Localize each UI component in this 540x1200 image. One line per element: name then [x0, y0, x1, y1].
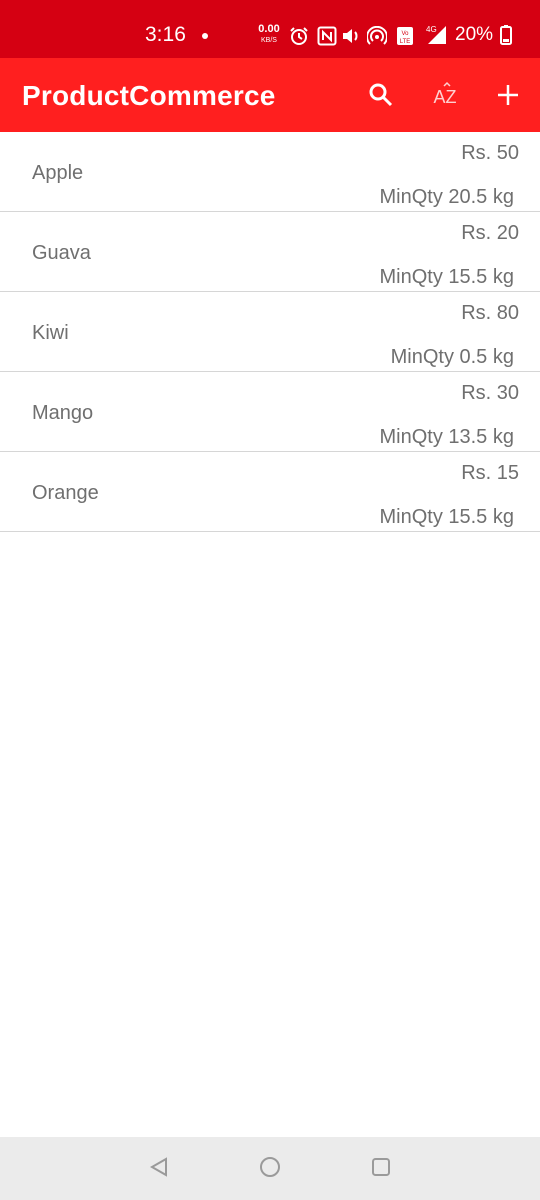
alarm-icon [289, 26, 309, 51]
sort-az-icon: AZ [433, 81, 457, 108]
net-speed-value: 0.00 [258, 23, 280, 35]
list-item[interactable]: Orange Rs. 15 MinQty 15.5 kg [0, 452, 540, 532]
svg-text:4G: 4G [426, 25, 437, 34]
product-price: Rs. 50 [461, 142, 519, 164]
sort-az-label: AZ [433, 86, 457, 107]
status-time: 3:16 [145, 23, 186, 46]
product-list: Apple Rs. 50 MinQty 20.5 kg Guava Rs. 20… [0, 132, 540, 532]
product-name: Guava [32, 242, 91, 264]
product-name: Orange [32, 482, 99, 504]
list-item[interactable]: Guava Rs. 20 MinQty 15.5 kg [0, 212, 540, 292]
product-name: Apple [32, 162, 84, 184]
product-price: Rs. 20 [461, 222, 519, 244]
recents-button[interactable] [368, 1156, 394, 1182]
product-min-qty: MinQty 20.5 kg [379, 186, 514, 208]
list-item[interactable]: Apple Rs. 50 MinQty 20.5 kg [0, 132, 540, 212]
product-price: Rs. 80 [461, 302, 519, 324]
net-speed: 0.00 KB/S [256, 23, 282, 45]
app-bar: ProductCommerce AZ [0, 58, 540, 132]
navigation-bar [0, 1137, 540, 1200]
battery-icon [500, 25, 512, 50]
product-min-qty: MinQty 13.5 kg [379, 426, 514, 448]
add-button[interactable] [491, 80, 525, 114]
back-button[interactable] [146, 1156, 172, 1182]
sort-button[interactable]: AZ [428, 80, 462, 114]
product-name: Kiwi [32, 322, 69, 344]
svg-text:LTE: LTE [400, 39, 411, 45]
product-name: Mango [32, 402, 94, 424]
search-button[interactable] [364, 80, 398, 114]
product-price: Rs. 30 [461, 382, 519, 404]
search-icon [368, 82, 394, 113]
product-price: Rs. 15 [461, 462, 519, 484]
net-speed-unit: KB/S [261, 37, 277, 44]
svg-text:Vo: Vo [401, 31, 409, 37]
home-button[interactable] [257, 1156, 283, 1182]
nfc-icon [317, 26, 337, 51]
app-title: ProductCommerce [22, 80, 276, 111]
home-icon [259, 1156, 281, 1183]
recents-icon [370, 1156, 392, 1183]
hotspot-icon [366, 25, 388, 51]
add-icon [497, 84, 519, 111]
product-min-qty: MinQty 15.5 kg [379, 266, 514, 288]
signal-4g-icon: 4G [420, 24, 448, 51]
battery-percent: 20% [455, 24, 494, 45]
list-item[interactable]: Kiwi Rs. 80 MinQty 0.5 kg [0, 292, 540, 372]
notification-dot [202, 33, 208, 39]
back-icon [148, 1156, 170, 1183]
status-bar: 3:16 0.00 KB/S Vo LTE 4G 20% [0, 0, 540, 58]
product-min-qty: MinQty 0.5 kg [390, 346, 514, 368]
volume-icon [341, 26, 363, 51]
volte-icon: Vo LTE [396, 26, 414, 51]
product-min-qty: MinQty 15.5 kg [379, 506, 514, 528]
list-item[interactable]: Mango Rs. 30 MinQty 13.5 kg [0, 372, 540, 452]
